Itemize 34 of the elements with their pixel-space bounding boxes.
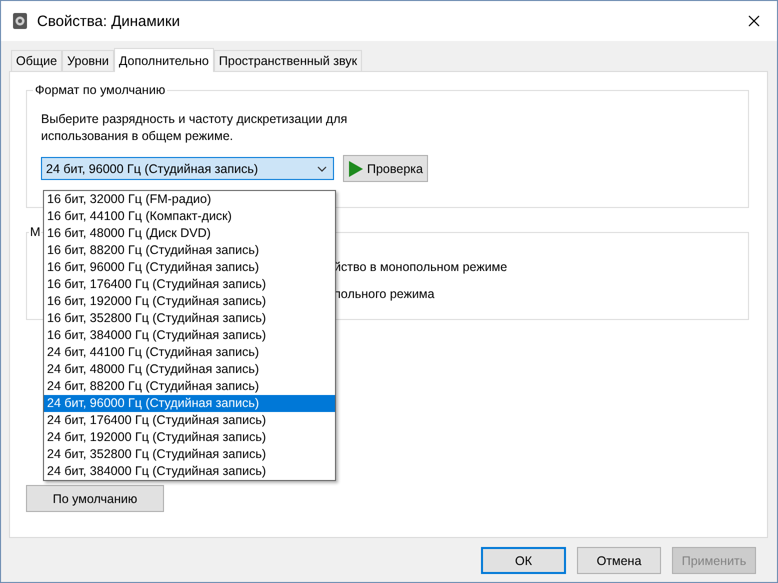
- format-option[interactable]: 16 бит, 44100 Гц (Компакт-диск): [44, 208, 335, 225]
- format-option[interactable]: 16 бит, 352800 Гц (Студийная запись): [44, 310, 335, 327]
- format-dropdown[interactable]: 24 бит, 96000 Гц (Студийная запись): [41, 157, 334, 180]
- format-option[interactable]: 24 бит, 44100 Гц (Студийная запись): [44, 344, 335, 361]
- format-option[interactable]: 16 бит, 176400 Гц (Студийная запись): [44, 276, 335, 293]
- format-option[interactable]: 24 бит, 352800 Гц (Студийная запись): [44, 446, 335, 463]
- format-option[interactable]: 16 бит, 32000 Гц (FM-радио): [44, 191, 335, 208]
- dialog-button[interactable]: ОК: [481, 547, 566, 574]
- format-option[interactable]: 24 бит, 88200 Гц (Студийная запись): [44, 378, 335, 395]
- format-option[interactable]: 16 бит, 96000 Гц (Студийная запись): [44, 259, 335, 276]
- speaker-icon: [12, 12, 28, 30]
- format-option[interactable]: 24 бит, 96000 Гц (Студийная запись): [44, 395, 335, 412]
- dialog-button[interactable]: Отмена: [577, 547, 661, 574]
- format-option[interactable]: 24 бит, 384000 Гц (Студийная запись): [44, 463, 335, 480]
- chevron-icon: [317, 166, 327, 172]
- format-option[interactable]: 24 бит, 176400 Гц (Студийная запись): [44, 412, 335, 429]
- format-option[interactable]: 16 бит, 192000 Гц (Студийная запись): [44, 293, 335, 310]
- description-text: Выберите разрядность и частоту дискретизации для использования в общем режиме.: [41, 111, 348, 145]
- format-option[interactable]: 24 бит, 192000 Гц (Студийная запись): [44, 429, 335, 446]
- close-icon: [748, 15, 760, 27]
- group-title: Формат по умолчанию: [33, 83, 168, 97]
- format-option[interactable]: 16 бит, 384000 Гц (Студийная запись): [44, 327, 335, 344]
- tab[interactable]: Уровни: [62, 50, 114, 71]
- format-option[interactable]: 16 бит, 48000 Гц (Диск DVD): [44, 225, 335, 242]
- restore-defaults-button[interactable]: По умолчанию: [26, 485, 164, 512]
- tab[interactable]: Общие: [11, 50, 62, 71]
- format-option[interactable]: 24 бит, 48000 Гц (Студийная запись): [44, 361, 335, 378]
- test-button[interactable]: Проверка: [343, 155, 428, 182]
- tab[interactable]: Дополнительно: [114, 48, 214, 72]
- window-title: Свойства: Динамики: [37, 12, 181, 30]
- format-option[interactable]: 16 бит, 88200 Гц (Студийная запись): [44, 242, 335, 259]
- tab[interactable]: Пространственный звук: [214, 50, 362, 71]
- group-title: М: [29, 225, 42, 239]
- play-icon: [348, 160, 364, 178]
